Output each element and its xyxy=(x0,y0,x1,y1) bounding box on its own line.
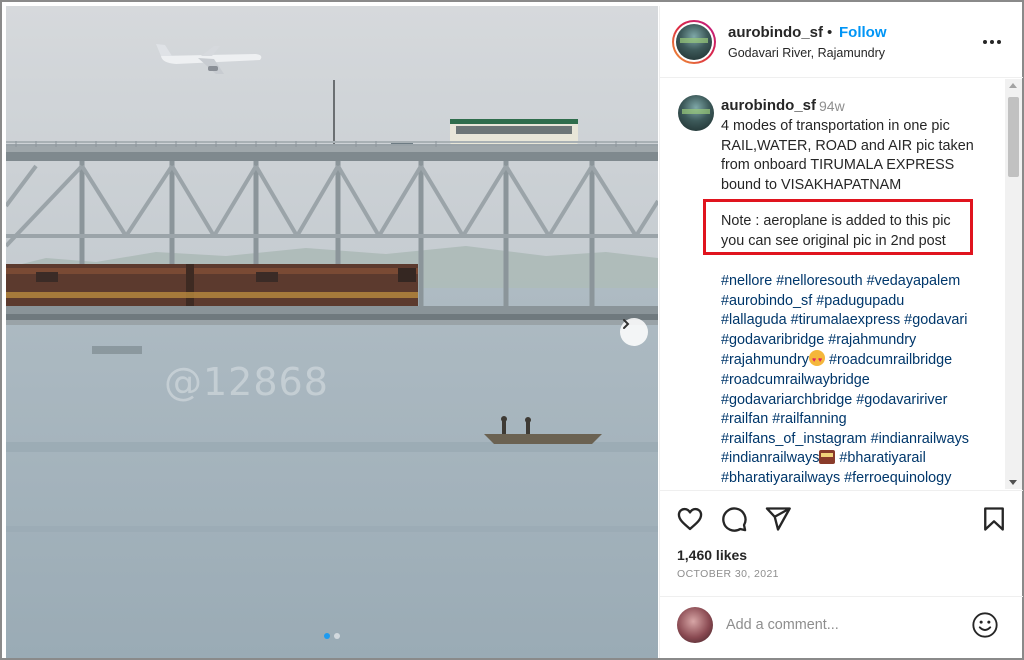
hashtag-line[interactable]: #roadcumrailwaybridge xyxy=(721,371,1011,391)
next-photo-button[interactable] xyxy=(620,318,648,346)
comment-composer xyxy=(660,596,1023,658)
hashtag-line[interactable]: #rajahmundry #roadcumrailbridge xyxy=(721,350,1011,371)
more-options-icon[interactable] xyxy=(980,32,1004,52)
viewer-avatar xyxy=(677,607,713,643)
caption-note: Note : aeroplane is added to this pic yo… xyxy=(721,212,951,251)
hashtag-line[interactable]: #nellore #nelloresouth #vedayapalem xyxy=(721,272,1011,292)
caption-username[interactable]: aurobindo_sf xyxy=(721,97,816,114)
note-line: you can see original pic in 2nd post xyxy=(721,232,946,249)
heart-eyes-emoji-icon xyxy=(809,350,825,371)
caption-scrollbar[interactable] xyxy=(1005,79,1022,489)
caption-line: bound to VISAKHAPATNAM xyxy=(721,177,902,194)
hashtag-line[interactable]: #bharatiyarailways #ferroequinology xyxy=(721,469,1011,489)
post-header: aurobindo_sf • Follow Godavari River, Ra… xyxy=(660,6,1023,78)
scrollbar-thumb[interactable] xyxy=(1008,97,1019,177)
hashtag[interactable]: #rajahmundry xyxy=(721,352,809,368)
post-date: OCTOBER 30, 2021 xyxy=(677,568,779,580)
scroll-down-icon[interactable] xyxy=(1009,480,1017,485)
chevron-right-icon xyxy=(623,319,630,329)
caption-avatar[interactable] xyxy=(678,95,714,131)
hashtag[interactable]: #bharatiyarail xyxy=(835,450,925,466)
hashtag-line[interactable]: #railfan #railfanning xyxy=(721,410,1011,430)
post-photo[interactable]: @12868 xyxy=(6,6,658,658)
comment-icon[interactable] xyxy=(720,505,748,533)
caption-timestamp[interactable]: 94w xyxy=(819,98,845,114)
hashtag[interactable]: #indianrailways xyxy=(721,450,819,466)
caption-line: RAIL,WATER, ROAD and AIR pic taken xyxy=(721,137,974,154)
likes-count[interactable]: 1,460 likes xyxy=(677,547,747,563)
hashtag-line[interactable]: #aurobindo_sf #padugupadu xyxy=(721,292,1011,312)
hashtag-line[interactable]: #godavaribridge #rajahmundry xyxy=(721,331,1011,351)
train xyxy=(6,264,418,306)
heart-icon[interactable] xyxy=(676,505,704,533)
header-separator: • xyxy=(827,24,833,41)
hashtag-line[interactable]: #indianrailways #bharatiyarail xyxy=(721,449,1011,469)
hashtag-line[interactable]: #lallaguda #tirumalaexpress #godavari xyxy=(721,311,1011,331)
caption-section: aurobindo_sf 94w 4 modes of transportati… xyxy=(660,79,1023,489)
caption-text: 4 modes of transportation in one pic RAI… xyxy=(721,117,1001,196)
post-modal: @12868 aurobindo_sf • Follow Godavari Ri… xyxy=(0,0,1024,660)
caption-line: from onboard TIRUMALA EXPRESS xyxy=(721,157,955,174)
photo-watermark: @12868 xyxy=(164,360,329,404)
photo-scene xyxy=(6,6,658,658)
author-username[interactable]: aurobindo_sf xyxy=(728,24,823,41)
scroll-up-icon[interactable] xyxy=(1009,83,1017,88)
caption-line: 4 modes of transportation in one pic xyxy=(721,118,950,134)
carousel-dot xyxy=(334,633,340,639)
author-avatar[interactable] xyxy=(672,20,716,64)
note-line: Note : aeroplane is added to this pic xyxy=(721,213,951,229)
hashtag[interactable]: #roadcumrailbridge xyxy=(825,352,952,368)
hashtag-line[interactable]: #godavariarchbridge #godavaririver xyxy=(721,391,1011,411)
share-icon[interactable] xyxy=(764,505,792,533)
carousel-dot-active xyxy=(324,633,330,639)
hashtag-list: #nellore #nelloresouth #vedayapalem #aur… xyxy=(721,272,1011,489)
train-emoji-icon xyxy=(819,450,836,465)
post-location[interactable]: Godavari River, Rajamundry xyxy=(728,46,885,60)
emoji-icon[interactable] xyxy=(971,611,999,639)
bookmark-icon[interactable] xyxy=(980,505,1008,533)
follow-button[interactable]: Follow xyxy=(839,24,887,41)
post-side-panel: aurobindo_sf • Follow Godavari River, Ra… xyxy=(659,6,1023,658)
comment-input[interactable] xyxy=(726,614,956,636)
carousel-indicator xyxy=(324,633,340,639)
hashtag-line[interactable]: #railfans_of_instagram #indianrailways xyxy=(721,430,1011,450)
